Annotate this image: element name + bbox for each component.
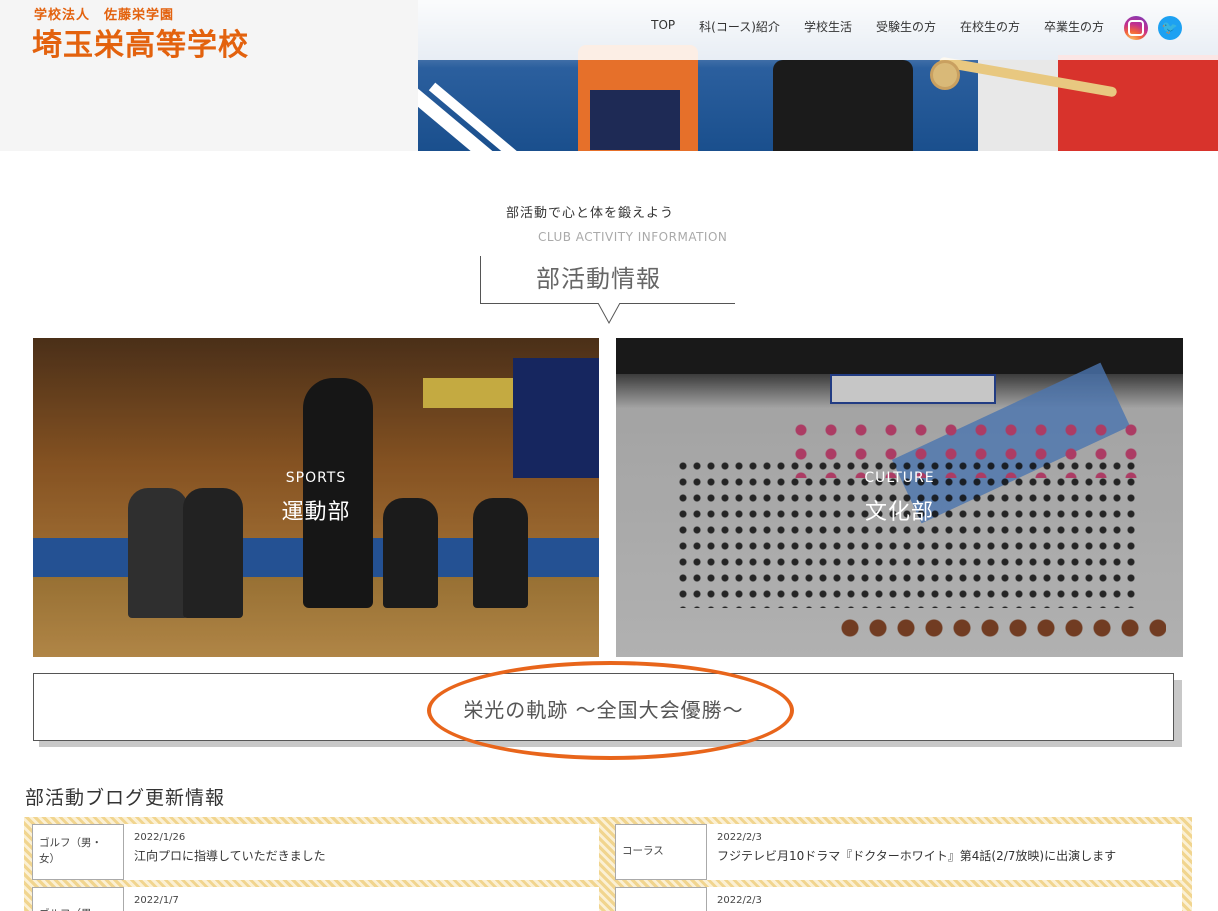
- speech-notch-icon: [598, 303, 620, 325]
- blog-item[interactable]: 2022/2/3: [615, 887, 1182, 911]
- blog-date: 2022/1/7: [134, 895, 179, 906]
- blog-item[interactable]: ゴルフ（男・ 2022/1/7: [32, 887, 599, 911]
- sports-card[interactable]: SPORTS 運動部: [33, 338, 599, 657]
- sports-card-en-label: SPORTS: [285, 470, 347, 486]
- nav-school-life[interactable]: 学校生活: [804, 18, 852, 35]
- school-logo[interactable]: 埼玉栄高等学校: [32, 20, 249, 64]
- blog-date: 2022/1/26: [134, 832, 186, 843]
- blog-section-title: 部活動ブログ更新情報: [25, 787, 226, 809]
- culture-card-title: 文化部: [864, 500, 934, 525]
- twitter-icon[interactable]: 🐦: [1158, 16, 1182, 40]
- section-english-title: CLUB ACTIVITY INFORMATION: [538, 230, 728, 244]
- instagram-icon[interactable]: [1124, 16, 1148, 40]
- highlight-circle: [427, 661, 794, 760]
- blog-category: ゴルフ（男・女）: [32, 824, 124, 880]
- blog-list: ゴルフ（男・女） 2022/1/26 江向プロに指導していただきました コーラス…: [24, 817, 1192, 911]
- blog-headline[interactable]: 江向プロに指導していただきました: [134, 847, 326, 864]
- section-tagline: 部活動で心と体を鍛えよう: [506, 206, 675, 221]
- sports-card-title: 運動部: [281, 500, 351, 525]
- nav-courses[interactable]: 科(コース)紹介: [699, 18, 780, 35]
- nav-top[interactable]: TOP: [651, 18, 675, 35]
- blog-headline[interactable]: フジテレビ月10ドラマ『ドクターホワイト』第4話(2/7放映)に出演します: [717, 847, 1116, 864]
- blog-date: 2022/2/3: [717, 832, 762, 843]
- blog-category: ゴルフ（男・: [32, 887, 124, 911]
- nav-students[interactable]: 在校生の方: [960, 18, 1020, 35]
- nav-alumni[interactable]: 卒業生の方: [1044, 18, 1104, 35]
- blog-item[interactable]: コーラス 2022/2/3 フジテレビ月10ドラマ『ドクターホワイト』第4話(2…: [615, 824, 1182, 880]
- global-nav: TOP 科(コース)紹介 学校生活 受験生の方 在校生の方 卒業生の方: [651, 18, 1104, 35]
- blog-date: 2022/2/3: [717, 895, 762, 906]
- blog-category: コーラス: [615, 824, 707, 880]
- culture-card[interactable]: CULTURE 文化部: [616, 338, 1183, 657]
- blog-item[interactable]: ゴルフ（男・女） 2022/1/26 江向プロに指導していただきました: [32, 824, 599, 880]
- nav-applicants[interactable]: 受験生の方: [876, 18, 936, 35]
- culture-card-en-label: CULTURE: [864, 470, 935, 486]
- section-title: 部活動情報: [536, 265, 661, 293]
- blog-category: [615, 887, 707, 911]
